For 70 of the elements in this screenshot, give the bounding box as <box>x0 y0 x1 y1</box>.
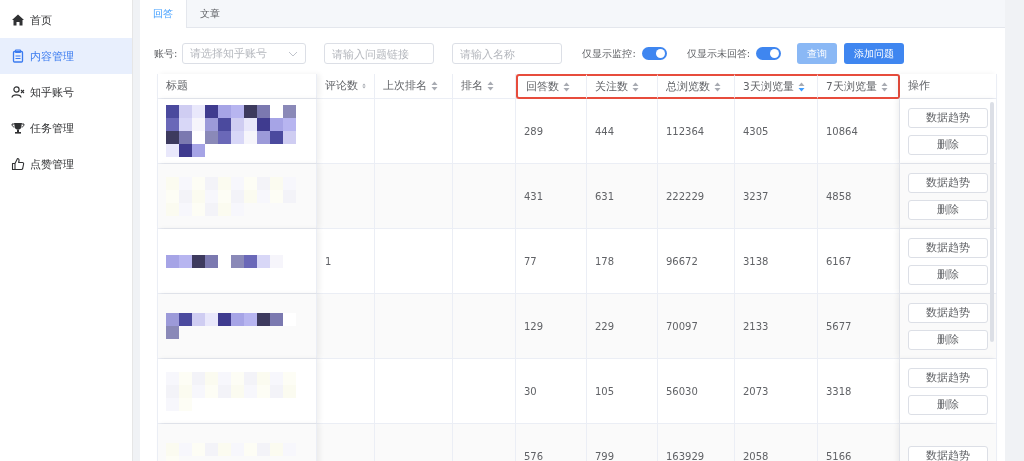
table-cell: 2073 <box>743 385 769 397</box>
sidebar-item[interactable]: 内容管理 <box>0 38 132 74</box>
data-trend-button[interactable]: 数据趋势 <box>908 172 988 193</box>
table-cell: 70097 <box>666 320 698 332</box>
table-cell: 631 <box>595 190 615 202</box>
table-cell: 1 <box>325 255 332 267</box>
delete-button[interactable]: 删除 <box>908 134 988 155</box>
toggle-switch[interactable] <box>756 47 782 60</box>
table-cell: 6167 <box>826 255 852 267</box>
data-trend-button[interactable]: 数据趋势 <box>908 107 988 128</box>
data-trend-button[interactable]: 数据趋势 <box>908 446 988 461</box>
toggle-switch[interactable] <box>641 47 667 60</box>
table-cell: 3138 <box>743 255 769 267</box>
data-trend-button[interactable]: 数据趋势 <box>908 302 988 323</box>
add-question-button[interactable]: 添加问题 <box>844 43 905 64</box>
tab[interactable]: 文章 <box>187 0 234 27</box>
table-cell: 5677 <box>826 320 852 332</box>
sidebar-item[interactable]: 知乎账号 <box>0 74 132 110</box>
user-icon <box>11 85 25 99</box>
table-cell: 5166 <box>826 450 852 461</box>
column-header[interactable]: 关注数 <box>587 74 658 99</box>
table-cell: 229 <box>595 320 615 332</box>
table-cell: 222229 <box>666 190 705 202</box>
delete-button[interactable]: 删除 <box>908 199 988 220</box>
table-cell: 2133 <box>743 320 769 332</box>
column-header[interactable]: 7天浏览量 <box>818 74 900 99</box>
delete-button[interactable]: 删除 <box>908 264 988 285</box>
column-header[interactable]: 3天浏览量 <box>735 74 818 99</box>
toggle-label: 仅显示监控: <box>582 46 636 61</box>
sidebar-item[interactable]: 首页 <box>0 2 132 38</box>
sidebar-item[interactable]: 任务管理 <box>0 110 132 146</box>
data-trend-button[interactable]: 数据趋势 <box>908 367 988 388</box>
column-header: 操作 <box>900 74 997 98</box>
table-cell: 3237 <box>743 190 769 202</box>
toggle-label: 仅显示未回答: <box>686 46 751 61</box>
delete-button[interactable]: 删除 <box>908 394 988 415</box>
table-cell: 30 <box>524 385 537 397</box>
table-cell: 129 <box>524 320 544 332</box>
table-cell: 576 <box>524 450 544 461</box>
table-cell: 2058 <box>743 450 769 461</box>
scrollbar[interactable] <box>990 102 994 342</box>
trophy-icon <box>11 121 25 135</box>
table-cell: 77 <box>524 255 537 267</box>
table-cell: 105 <box>595 385 615 397</box>
thumbs-up-icon <box>11 157 25 171</box>
link-input-field[interactable]: 请输入问题链接 <box>324 43 435 64</box>
delete-button[interactable]: 删除 <box>908 329 988 350</box>
data-trend-button[interactable]: 数据趋势 <box>908 237 988 258</box>
table-cell: 112364 <box>666 125 705 137</box>
chevron-down-icon <box>288 50 299 57</box>
column-header[interactable]: 回答数 <box>516 74 587 99</box>
table-cell: 799 <box>595 450 615 461</box>
table-cell: 56030 <box>666 385 698 397</box>
field-label: 账号: <box>154 46 178 61</box>
table-cell: 10864 <box>826 125 858 137</box>
name-input-field[interactable]: 请输入名称 <box>452 43 563 64</box>
table-cell: 289 <box>524 125 544 137</box>
sidebar-item[interactable]: 点赞管理 <box>0 146 132 182</box>
home-icon <box>11 13 25 27</box>
clipboard-icon <box>11 49 25 63</box>
table-cell: 4858 <box>826 190 852 202</box>
table-cell: 431 <box>524 190 544 202</box>
table-cell: 4305 <box>743 125 769 137</box>
table-cell: 96672 <box>666 255 698 267</box>
table-cell: 163929 <box>666 450 705 461</box>
table-cell: 3318 <box>826 385 852 397</box>
table-cell: 444 <box>595 125 615 137</box>
column-header[interactable]: 总浏览数 <box>658 74 735 99</box>
table-cell: 178 <box>595 255 615 267</box>
column-header: 标题 <box>157 74 317 98</box>
